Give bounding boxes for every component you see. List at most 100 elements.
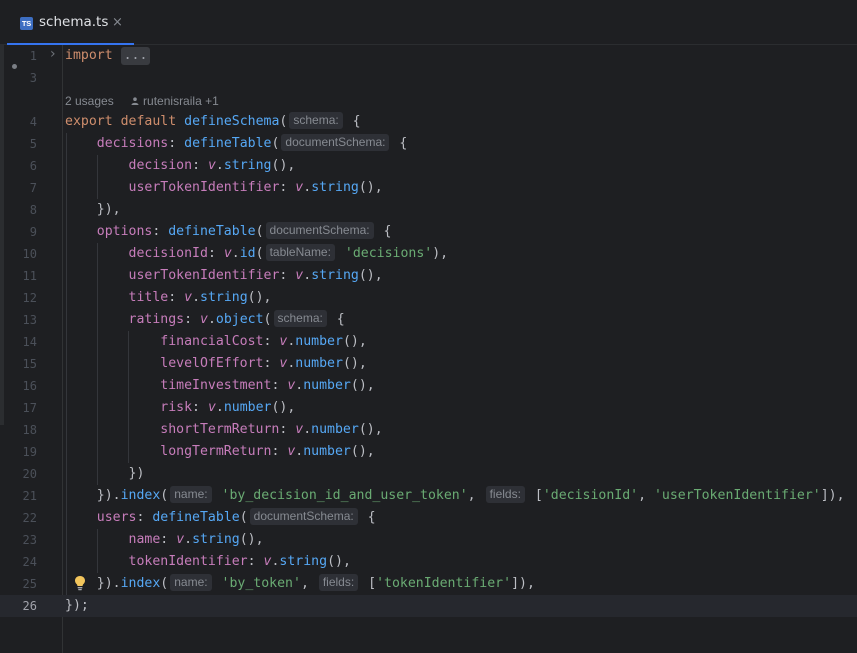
code-token: number xyxy=(303,378,351,393)
line-number[interactable]: 20 xyxy=(8,463,37,485)
folded-imports[interactable]: ... xyxy=(120,47,151,65)
line-number[interactable]: 25 xyxy=(8,573,37,595)
code-line[interactable]: 18 shortTermReturn: v.number(), xyxy=(0,419,857,441)
code-token: : xyxy=(263,334,280,349)
code-token: v xyxy=(200,312,208,327)
line-number[interactable]: 16 xyxy=(8,375,37,397)
code-line[interactable]: 23 name: v.string(), xyxy=(0,529,857,551)
author-label: rutenisraila +1 xyxy=(143,94,219,108)
code-line[interactable]: 14 financialCost: v.number(), xyxy=(0,331,857,353)
line-number[interactable]: 9 xyxy=(8,221,37,243)
code-line[interactable]: 12 title: v.string(), xyxy=(0,287,857,309)
line-number[interactable]: 23 xyxy=(8,529,37,551)
code-line[interactable]: 17 risk: v.number(), xyxy=(0,397,857,419)
parameter-hint: tableName: xyxy=(265,244,335,261)
parameter-hint: schema: xyxy=(289,112,343,129)
code-token: , xyxy=(638,488,654,503)
code-line[interactable]: 9 options: defineTable(documentSchema: { xyxy=(0,221,857,243)
code-token: (), xyxy=(358,268,383,283)
chevron-right-icon[interactable]: › xyxy=(50,47,56,61)
code-token: import xyxy=(65,48,113,63)
editor-tab-bar: TS schema.ts × xyxy=(0,0,857,45)
line-number[interactable]: 14 xyxy=(8,331,37,353)
code-text: users: defineTable(documentSchema: { xyxy=(65,507,376,529)
code-line[interactable]: 8 }), xyxy=(0,199,857,221)
line-number[interactable]: 12 xyxy=(8,287,37,309)
code-line[interactable]: 4 export default defineSchema(schema: { xyxy=(0,111,857,133)
code-token: number xyxy=(295,356,343,371)
line-number[interactable]: 17 xyxy=(8,397,37,419)
parameter-hint: name: xyxy=(170,574,212,591)
code-token: (), xyxy=(350,444,375,459)
code-line[interactable]: 25 }).index(name: 'by_token', fields: ['… xyxy=(0,573,857,595)
code-token: }). xyxy=(65,576,121,591)
code-token: v xyxy=(184,290,193,305)
code-token: 'decisions' xyxy=(336,246,433,261)
code-token: defineTable xyxy=(168,224,256,239)
line-number[interactable]: 19 xyxy=(8,441,37,463)
line-number[interactable]: 1 xyxy=(8,45,37,67)
code-token: decisions xyxy=(96,136,169,151)
code-line[interactable]: 15 levelOfEffort: v.number(), xyxy=(0,353,857,375)
code-line[interactable]: 16 timeInvestment: v.number(), xyxy=(0,375,857,397)
code-author[interactable]: rutenisraila +1 xyxy=(131,94,219,108)
code-line[interactable]: 7 userTokenIdentifier: v.string(), xyxy=(0,177,857,199)
ide-window: TS schema.ts × 2 usages rutenisraila +1 xyxy=(0,0,857,653)
line-number[interactable]: 11 xyxy=(8,265,37,287)
code-token: defineSchema xyxy=(184,114,280,129)
code-vision-usages[interactable]: 2 usages rutenisraila +1 xyxy=(65,92,219,110)
code-token: number xyxy=(223,400,272,415)
line-number[interactable]: 15 xyxy=(8,353,37,375)
line-number[interactable]: 8 xyxy=(8,199,37,221)
line-number[interactable]: 5 xyxy=(8,133,37,155)
code-line[interactable]: 11 userTokenIdentifier: v.string(), xyxy=(0,265,857,287)
line-number[interactable]: 18 xyxy=(8,419,37,441)
line-number[interactable]: 10 xyxy=(8,243,37,265)
code-line[interactable]: 24 tokenIdentifier: v.string(), xyxy=(0,551,857,573)
code-token: : xyxy=(168,136,185,151)
usages-count[interactable]: 2 usages xyxy=(65,94,114,108)
code-editor[interactable]: 2 usages rutenisraila +1 1 › import ... 3 4 e… xyxy=(0,45,857,653)
code-token: : xyxy=(136,510,153,525)
line-number[interactable]: 24 xyxy=(8,551,37,573)
tab-schema-ts[interactable]: TS schema.ts × xyxy=(7,0,134,45)
line-number[interactable]: 6 xyxy=(8,155,37,177)
code-line[interactable]: 22 users: defineTable(documentSchema: { xyxy=(0,507,857,529)
code-text: }).index(name: 'by_token', fields: ['tok… xyxy=(65,573,535,595)
line-number[interactable]: 21 xyxy=(8,485,37,507)
code-token: : xyxy=(263,356,280,371)
code-token: default xyxy=(120,114,177,129)
code-line[interactable]: 21 }).index(name: 'by_decision_id_and_us… xyxy=(0,485,857,507)
code-line[interactable]: 26}); xyxy=(0,595,857,617)
code-line[interactable]: 10 decisionId: v.id(tableName: 'decision… xyxy=(0,243,857,265)
line-number[interactable]: 4 xyxy=(8,111,37,133)
line-number[interactable]: 3 xyxy=(8,67,37,89)
line-number[interactable]: 7 xyxy=(8,177,37,199)
code-token: v xyxy=(207,158,216,173)
close-icon[interactable]: × xyxy=(112,14,123,32)
code-line[interactable]: 3 xyxy=(0,67,857,89)
code-token: risk xyxy=(160,400,193,415)
code-token: 'by_token' xyxy=(213,576,301,591)
code-line[interactable]: 1 › import ... xyxy=(0,45,857,67)
line-number[interactable]: 26 xyxy=(8,595,37,617)
code-line[interactable]: 19 longTermReturn: v.number(), xyxy=(0,441,857,463)
line-number[interactable]: 13 xyxy=(8,309,37,331)
code-token: tokenIdentifier xyxy=(128,554,248,569)
code-text: levelOfEffort: v.number(), xyxy=(65,353,366,375)
code-line[interactable]: 6 decision: v.string(), xyxy=(0,155,857,177)
code-token: }) xyxy=(65,466,145,481)
code-token: , xyxy=(300,576,317,591)
code-text: tokenIdentifier: v.string(), xyxy=(65,551,351,573)
code-line[interactable]: 13 ratings: v.object(schema: { xyxy=(0,309,857,331)
code-token: (), xyxy=(239,532,264,547)
line-number[interactable]: 22 xyxy=(8,507,37,529)
code-text: name: v.string(), xyxy=(65,529,264,551)
code-line[interactable]: 5 decisions: defineTable(documentSchema:… xyxy=(0,133,857,155)
code-line[interactable]: 20 }) xyxy=(0,463,857,485)
